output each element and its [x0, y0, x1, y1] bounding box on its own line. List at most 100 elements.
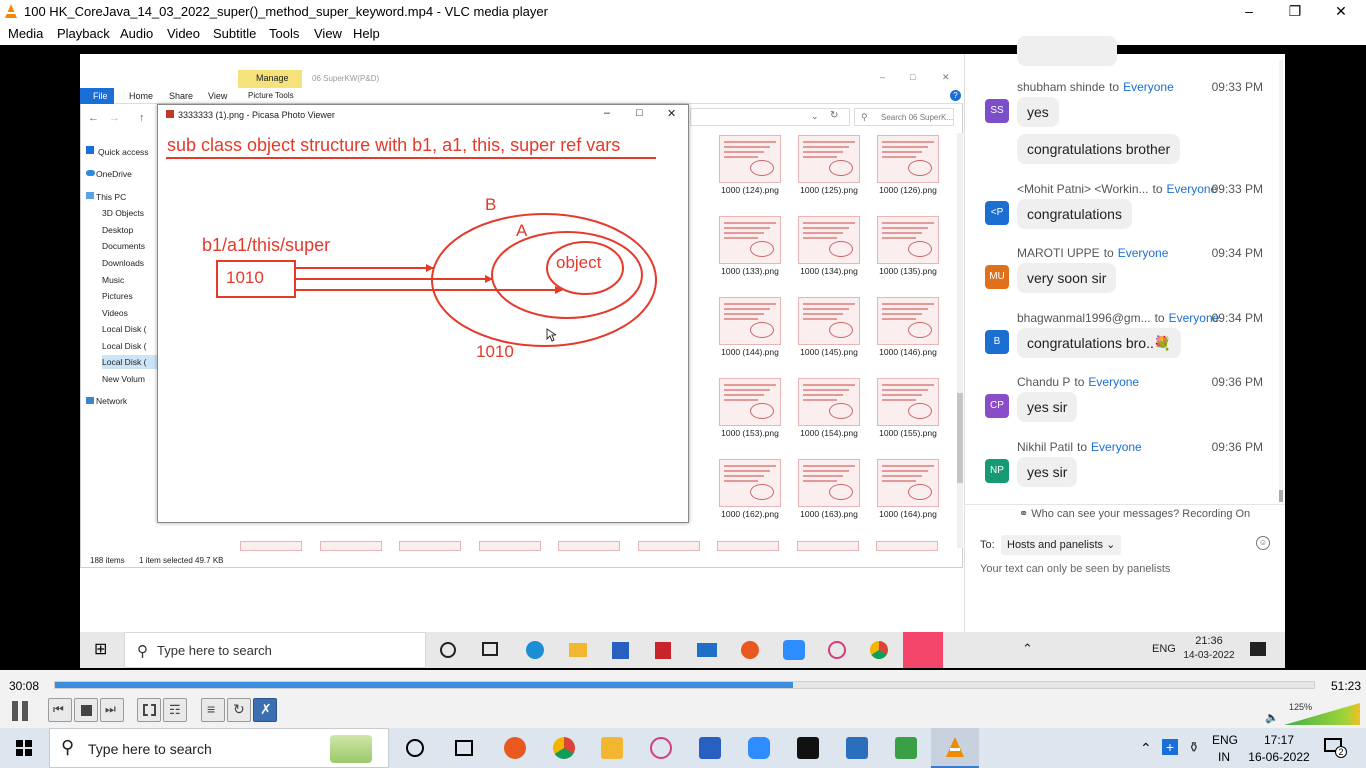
thumbnail-label[interactable]: 1000 (126).png — [868, 185, 948, 195]
inner-chrome-icon[interactable] — [870, 641, 888, 659]
recorder-app-icon[interactable] — [504, 737, 526, 759]
notification-center[interactable]: 2 — [1324, 738, 1347, 758]
inner-snip-icon[interactable] — [828, 641, 846, 659]
photos-icon[interactable] — [846, 737, 868, 759]
inner-notification-icon[interactable] — [1250, 642, 1266, 656]
inner-lang[interactable]: ENG — [1152, 643, 1176, 655]
thumbnail-image[interactable] — [798, 459, 860, 507]
thumbnail-image[interactable] — [719, 135, 781, 183]
thumbnail-image[interactable] — [877, 378, 939, 426]
thumbnail-label[interactable]: 1000 (144).png — [710, 347, 790, 357]
message-target[interactable]: Everyone — [1088, 375, 1139, 389]
file-explorer-icon[interactable] — [601, 737, 623, 759]
clock-time[interactable]: 17:17 — [1248, 733, 1310, 747]
message-target[interactable]: Everyone — [1091, 440, 1142, 454]
thumbnail-image[interactable] — [719, 297, 781, 345]
previous-button[interactable]: ⏮ — [48, 698, 72, 722]
inner-search-box[interactable]: ⚲ Type here to search — [124, 632, 426, 668]
thumbnail-label[interactable]: 1000 (124).png — [710, 185, 790, 195]
volume-slider[interactable] — [1284, 703, 1362, 725]
playlist-button[interactable]: ≡ — [201, 698, 225, 722]
menu-help[interactable]: Help — [353, 26, 380, 41]
recipient-dropdown[interactable]: Hosts and panelists ⌄ — [1001, 535, 1122, 555]
thumbnail-image[interactable] — [719, 378, 781, 426]
thumbnail-image[interactable] — [877, 135, 939, 183]
inner-cortana-icon[interactable] — [440, 642, 456, 658]
thumbnail-image[interactable] — [478, 541, 541, 551]
ribbon-share[interactable]: Share — [169, 91, 193, 101]
chat-scrollbar[interactable] — [1279, 60, 1283, 502]
inner-gift-icon[interactable] — [655, 642, 671, 659]
thumbnail-image[interactable] — [719, 216, 781, 264]
message-target[interactable]: Everyone — [1123, 80, 1174, 94]
explorer-maximize[interactable]: □ — [910, 72, 915, 82]
help-icon[interactable]: ? — [950, 90, 961, 101]
dropdown-icon[interactable]: ⌄ — [811, 111, 819, 122]
menu-playback[interactable]: Playback — [57, 26, 110, 41]
ribbon-picture-tools[interactable]: Picture Tools — [248, 91, 294, 100]
inner-windows-icon[interactable]: ⊞ — [94, 642, 110, 658]
tray-chevron-icon[interactable]: ⌃ — [1140, 740, 1152, 757]
thumbnail-label[interactable]: 1000 (154).png — [789, 428, 869, 438]
cortana-icon[interactable] — [406, 739, 424, 757]
inner-tray-chevron-icon[interactable]: ⌃ — [1022, 641, 1033, 657]
message-target[interactable]: Everyone — [1118, 246, 1169, 260]
stop-button[interactable] — [74, 698, 98, 722]
menu-audio[interactable]: Audio — [120, 26, 153, 41]
back-arrow-icon[interactable]: ← — [88, 112, 99, 124]
up-arrow-icon[interactable]: ↑ — [139, 112, 145, 124]
thumbnail-label[interactable]: 1000 (135).png — [868, 266, 948, 276]
explorer-search-input[interactable]: ⚲ Search 06 SuperK... — [854, 108, 954, 126]
inner-edge-icon[interactable] — [526, 641, 544, 659]
chat-scroll-thumb[interactable] — [1279, 490, 1283, 502]
tray-app-icon[interactable]: + — [1162, 739, 1178, 755]
thumbnail-image[interactable] — [876, 541, 938, 551]
emoji-icon[interactable]: ☺ — [1256, 536, 1270, 550]
explorer-scrollbar[interactable] — [957, 133, 963, 548]
menu-subtitle[interactable]: Subtitle — [213, 26, 256, 41]
inner-clock-time[interactable]: 21:36 — [1181, 635, 1237, 647]
refresh-icon[interactable]: ↻ — [830, 110, 838, 121]
ribbon-file[interactable]: File — [80, 88, 114, 104]
language-indicator[interactable]: ENG — [1212, 733, 1238, 747]
inner-app-icon[interactable] — [903, 632, 943, 668]
pause-button[interactable] — [7, 698, 33, 724]
thumbnail-image[interactable] — [798, 378, 860, 426]
thumbnail-image[interactable] — [798, 297, 860, 345]
thumbnail-label[interactable]: 1000 (164).png — [868, 509, 948, 519]
speaker-icon[interactable]: 🔈 — [1265, 711, 1279, 724]
thumbnail-label[interactable]: 1000 (133).png — [710, 266, 790, 276]
shuffle-button[interactable]: ✗ — [253, 698, 277, 722]
thumbnail-label[interactable]: 1000 (145).png — [789, 347, 869, 357]
inner-recorder-icon[interactable] — [741, 641, 759, 659]
windows-start-icon[interactable] — [16, 740, 32, 756]
message-target[interactable]: Everyone — [1167, 182, 1218, 196]
thumbnail-image[interactable] — [796, 541, 859, 551]
thumbnail-image[interactable] — [798, 135, 860, 183]
ribbon-view[interactable]: View — [208, 91, 227, 101]
thumbnail-image[interactable] — [877, 459, 939, 507]
explorer-minimize[interactable]: – — [880, 72, 885, 82]
menu-media[interactable]: Media — [8, 26, 43, 41]
explorer-close[interactable]: ✕ — [942, 72, 950, 83]
task-view-icon[interactable] — [455, 740, 473, 756]
inner-clock-date[interactable]: 14-03-2022 — [1178, 650, 1240, 661]
recording-note[interactable]: ⚭ Who can see your messages? Recording O… — [1019, 507, 1250, 520]
inner-mail-icon[interactable] — [697, 643, 717, 657]
thumbnail-image[interactable] — [399, 541, 461, 551]
network-icon[interactable]: ⚱ — [1188, 739, 1200, 756]
inner-folder-icon[interactable] — [569, 643, 587, 657]
inner-task-view-icon[interactable] — [482, 642, 498, 656]
thumbnail-image[interactable] — [717, 541, 779, 551]
zoom-icon[interactable] — [748, 737, 770, 759]
thumbnail-image[interactable] — [558, 541, 620, 551]
fullscreen-button[interactable] — [137, 698, 161, 722]
thumbnail-image[interactable] — [319, 541, 382, 551]
region-indicator[interactable]: IN — [1218, 750, 1230, 764]
minimize-button[interactable]: – — [1226, 0, 1272, 23]
forward-arrow-icon[interactable]: → — [109, 112, 120, 124]
menu-tools[interactable]: Tools — [269, 26, 299, 41]
menu-video[interactable]: Video — [167, 26, 200, 41]
thumbnail-label[interactable]: 1000 (134).png — [789, 266, 869, 276]
thumbnail-label[interactable]: 1000 (163).png — [789, 509, 869, 519]
